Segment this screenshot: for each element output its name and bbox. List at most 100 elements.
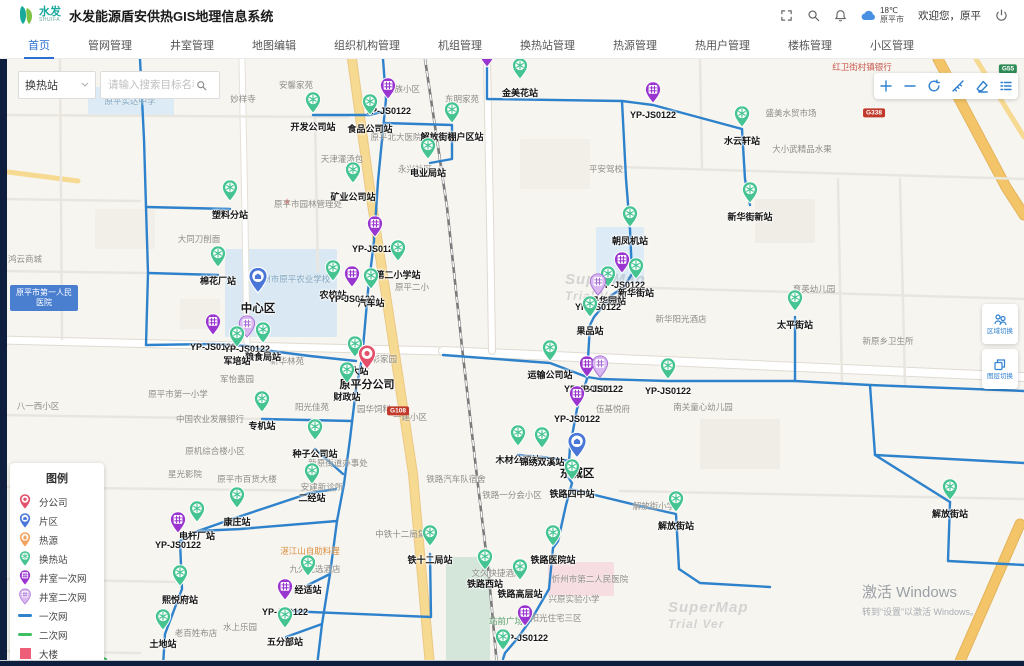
map-area-block — [700, 419, 780, 469]
nav-tab-4[interactable]: 地图编辑 — [252, 30, 296, 59]
shuifa-logo-icon — [18, 5, 34, 25]
basemap-label: 红卫街村镇银行 — [832, 61, 892, 73]
search-icon[interactable] — [807, 9, 820, 22]
legend-title: 图例 — [18, 470, 96, 486]
map-area-block — [520, 139, 590, 189]
basemap-label: 伍基悦府 — [596, 403, 630, 415]
nav-tab-7[interactable]: 换热站管理 — [520, 30, 575, 59]
station-pin-icon — [210, 245, 227, 273]
basemap-label: 新华阳光酒店 — [655, 313, 706, 325]
basemap-label: 原平市第一小学 — [148, 388, 208, 400]
app-header: 水发 SHUIFA 水发能源盾安供热GIS地理信息系统 18℃ 原平市 欢迎您，… — [0, 0, 1024, 30]
search-input[interactable] — [106, 78, 196, 92]
well1-pin-icon — [205, 313, 222, 341]
marker-label: YP-JS0122 — [630, 110, 676, 120]
bell-icon[interactable] — [834, 9, 847, 22]
logout-icon[interactable] — [995, 9, 1008, 22]
map-canvas[interactable]: 换热站 图例 分公司片区热源换热站井室一次网井室二次网一次网二次网大楼 激活 W… — [0, 59, 1024, 666]
nav-tab-3[interactable]: 井室管理 — [170, 30, 214, 59]
well1-pin-icon — [517, 604, 534, 632]
nav-tab-8[interactable]: 热源管理 — [613, 30, 657, 59]
nav-tab-2[interactable]: 管网管理 — [88, 30, 132, 59]
legend-item: 热源 — [18, 530, 96, 549]
legend-label: 一次网 — [39, 609, 68, 623]
marker-label: 棉花厂站 — [200, 274, 236, 287]
legend-source-pin-icon — [18, 531, 32, 548]
station-pin-icon — [787, 289, 804, 317]
basemap-label: 原平市百货大楼 — [217, 473, 277, 485]
basemap-label: 鸿云商城 — [8, 253, 42, 265]
app-logo: 水发 SHUIFA — [0, 5, 61, 25]
zoom-out-icon[interactable] — [903, 79, 917, 93]
search-category-select[interactable]: 换热站 — [18, 71, 96, 99]
marker-label: 中心区 — [241, 300, 276, 316]
marker-label: 矿业公司站 — [330, 190, 375, 203]
basemap-label: 中国农业发展银行 — [176, 413, 244, 425]
nav-tab-9[interactable]: 热用户管理 — [695, 30, 750, 59]
station-pin-icon — [362, 93, 379, 121]
station-pin-icon — [742, 181, 759, 209]
marker-label: 铁路四中站 — [549, 487, 594, 500]
station-pin-icon — [512, 558, 529, 586]
map-legend: 图例 分公司片区热源换热站井室一次网井室二次网一次网二次网大楼 — [10, 463, 104, 666]
well1-pin-icon — [380, 77, 397, 105]
measure-icon[interactable] — [951, 79, 965, 93]
basemap-label: 兴原实验小学 — [548, 593, 599, 605]
station-pin-icon — [254, 390, 271, 418]
basemap-label: 原机综合楼小区 — [185, 445, 245, 457]
nav-tab-10[interactable]: 楼栋管理 — [788, 30, 832, 59]
search-icon[interactable] — [196, 80, 207, 91]
station-pin-icon — [345, 161, 362, 189]
legend-district-pin-icon — [18, 512, 32, 529]
station-pin-icon — [628, 257, 645, 285]
search-category-value: 换热站 — [25, 77, 58, 93]
nav-tab-6[interactable]: 机组管理 — [438, 30, 482, 59]
station-pin-icon — [277, 606, 294, 634]
legend-line-icon — [18, 633, 32, 636]
reset-icon[interactable] — [927, 79, 941, 93]
station-pin-icon — [512, 59, 529, 85]
well1-pin-icon — [170, 511, 187, 539]
nav-tab-1[interactable]: 首页 — [28, 30, 50, 59]
basemap-label: 铁路一分会小区 — [482, 489, 542, 501]
marker-label: 康庄站 — [223, 515, 250, 528]
people-icon — [992, 312, 1008, 327]
nav-tab-11[interactable]: 小区管理 — [870, 30, 914, 59]
weather-cloud-icon — [861, 9, 876, 21]
branch-pin-icon — [358, 344, 377, 375]
station-pin-icon — [222, 179, 239, 207]
well1-pin-icon — [344, 265, 361, 293]
legend-item: 二次网 — [18, 625, 96, 644]
fullscreen-icon[interactable] — [780, 9, 793, 22]
marker-label: 财政站 — [333, 390, 360, 403]
basemap-label: 平安驾校 — [589, 163, 623, 175]
map-side-button-2[interactable]: 图层切换 — [982, 349, 1018, 389]
marker-label: 铁路高层站 — [497, 587, 542, 600]
legend-item: 一次网 — [18, 606, 96, 625]
legend-item: 井室二次网 — [18, 587, 96, 606]
nav-tab-5[interactable]: 组织机构管理 — [334, 30, 400, 59]
station-pin-icon — [422, 524, 439, 552]
legend-item: 井室一次网 — [18, 568, 96, 587]
left-edge-strip — [0, 59, 7, 666]
station-pin-icon — [229, 486, 246, 514]
zoom-in-icon[interactable] — [879, 79, 893, 93]
chevron-down-icon — [81, 82, 89, 88]
marker-label: 果品站 — [576, 324, 603, 337]
well1-pin-icon — [277, 578, 294, 606]
marker-label: 种子公司站 — [292, 447, 337, 460]
station-pin-icon — [307, 418, 324, 446]
map-toolbar — [874, 73, 1018, 99]
legend-label: 换热站 — [39, 552, 68, 566]
station-pin-icon — [300, 554, 317, 582]
station-pin-icon — [390, 239, 407, 267]
marker-label: 五分部站 — [267, 635, 303, 648]
map-side-button-1[interactable]: 区域切换 — [982, 304, 1018, 344]
clear-icon[interactable] — [975, 79, 989, 93]
basemap-label: 军怡嘉园 — [220, 373, 254, 385]
search-input-wrap — [100, 71, 220, 99]
legend-branch-pin-icon — [18, 493, 32, 510]
station-pin-icon — [495, 628, 512, 656]
layer-list-icon[interactable] — [999, 79, 1013, 93]
station-pin-icon — [363, 267, 380, 295]
